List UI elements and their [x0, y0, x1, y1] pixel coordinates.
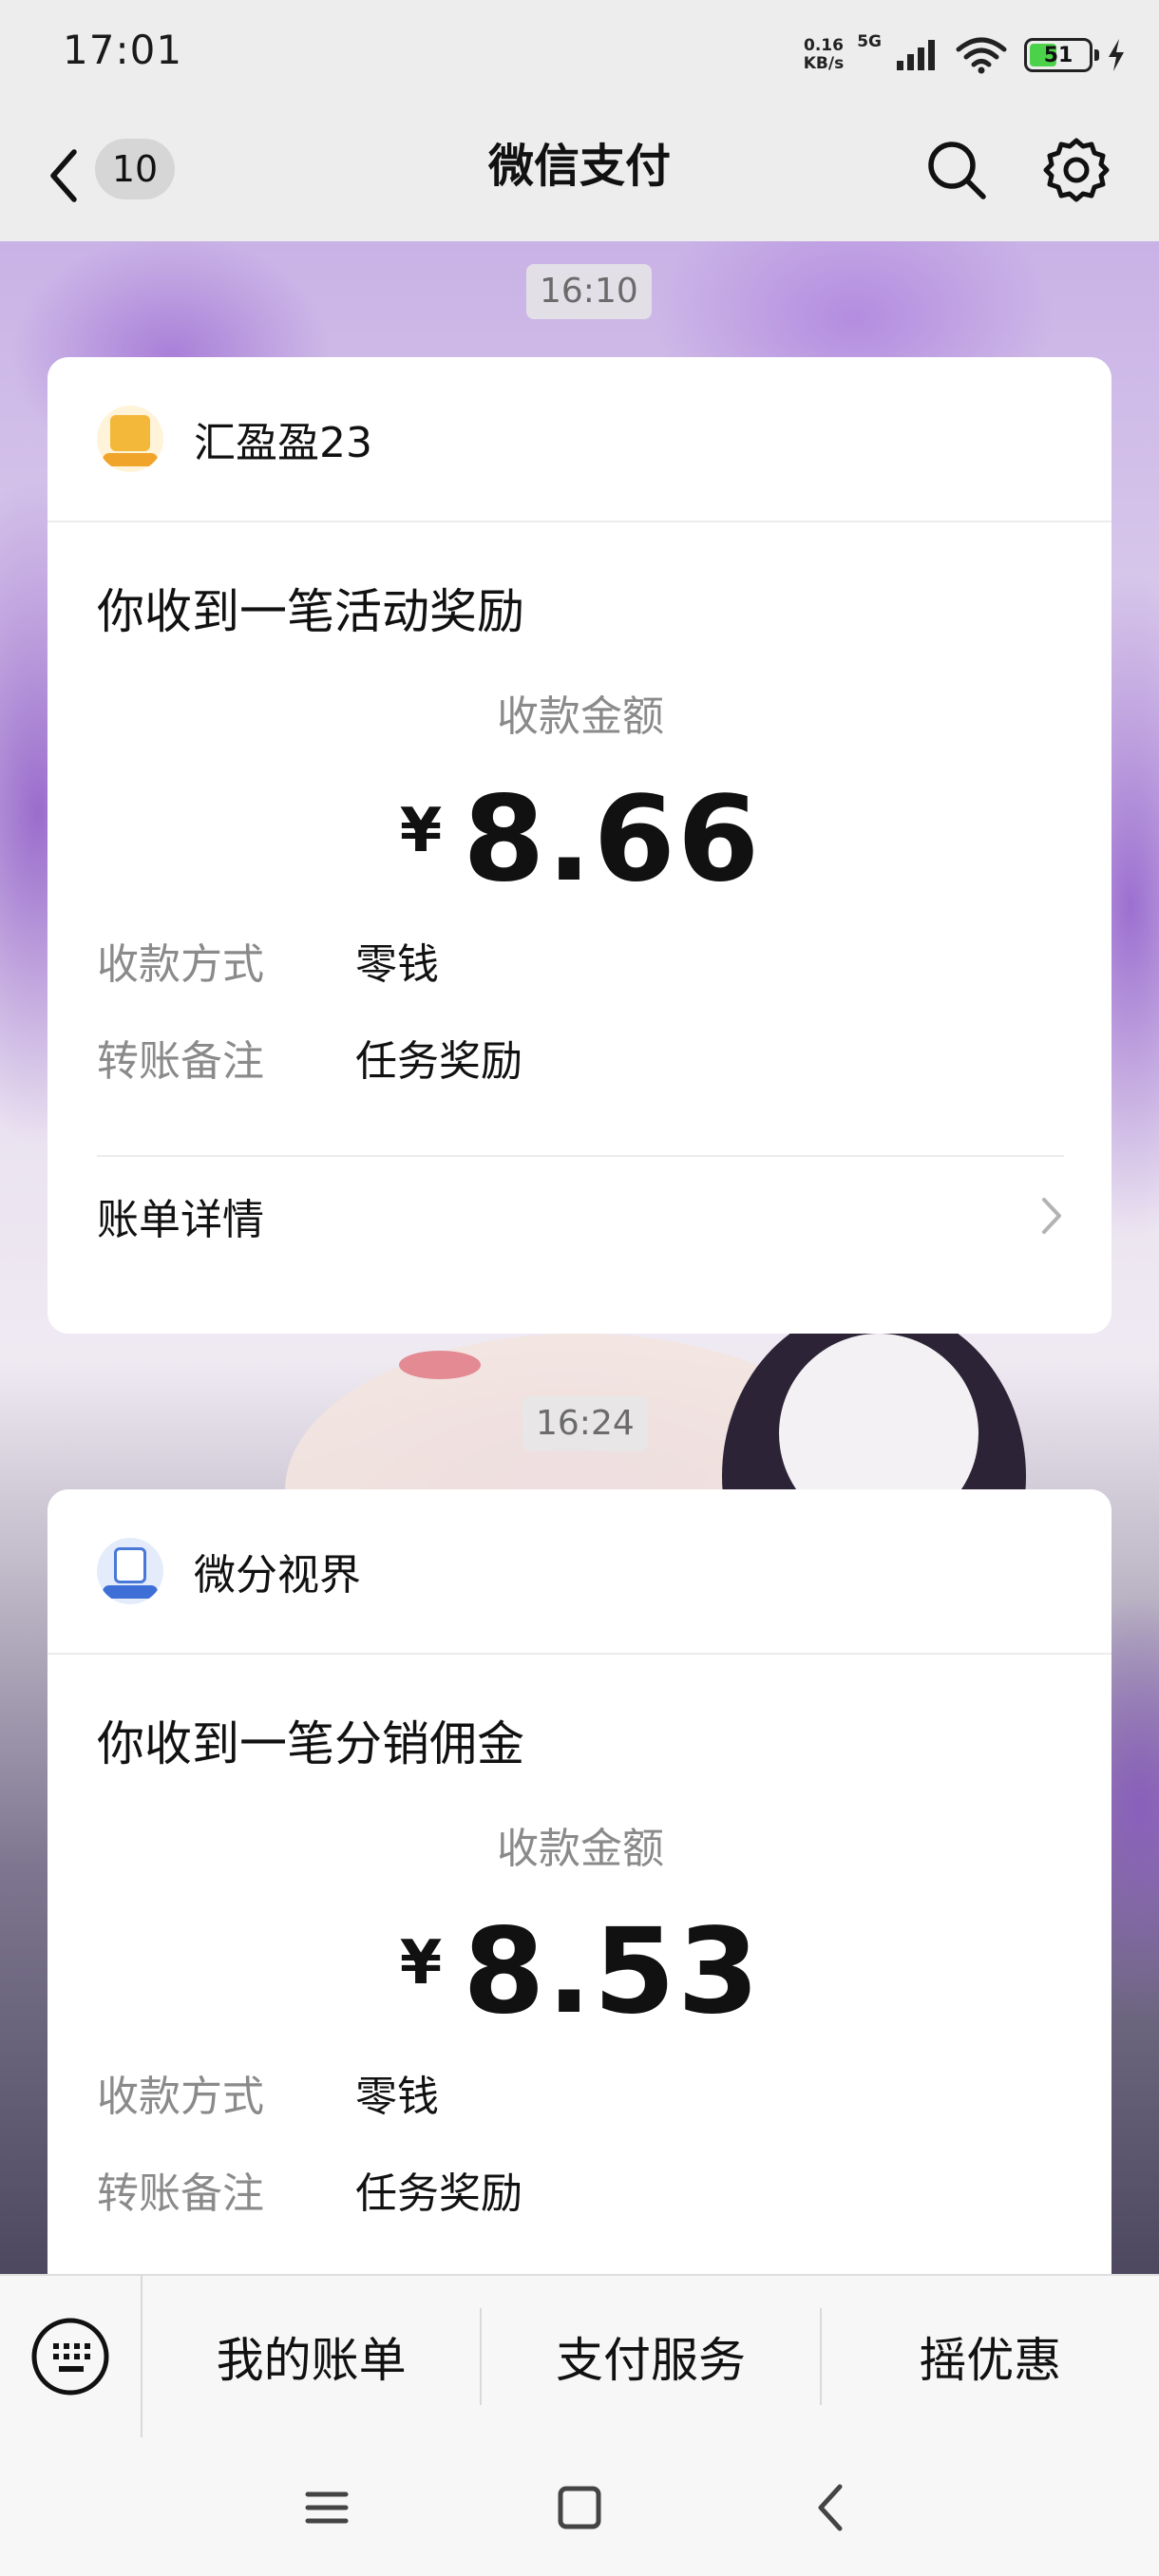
charging-icon [1109, 39, 1124, 71]
card-header[interactable]: 微分视界 [48, 1489, 1112, 1655]
card-body: 你收到一笔活动奖励 收款金额 ¥8.66 收款方式 零钱 转账备注 任务奖励 [48, 522, 1112, 1106]
transfer-note-value: 任务奖励 [355, 1037, 522, 1086]
payment-method-value: 零钱 [355, 2073, 439, 2121]
bottom-menu: 我的账单 支付服务 摇优惠 [0, 2274, 1159, 2438]
bill-details-link[interactable]: 账单详情 [97, 1155, 1064, 1275]
back-nav-icon[interactable] [804, 2479, 861, 2536]
menu-shake-discounts[interactable]: 摇优惠 [822, 2308, 1159, 2405]
background-illustration-detail [399, 1351, 481, 1379]
system-navigation-bar [0, 2437, 1159, 2576]
card-body: 你收到一笔分销佣金 收款金额 ¥8.53 收款方式 零钱 转账备注 任务奖励 [48, 1655, 1112, 2238]
payment-method-label: 收款方式 [97, 2073, 264, 2121]
battery-icon: 51 [1024, 38, 1099, 72]
amount-label: 收款金额 [497, 1825, 664, 1873]
bill-details-label: 账单详情 [97, 1196, 264, 1244]
transfer-note-row: 转账备注 任务奖励 [97, 2141, 1064, 2238]
status-bar: 17:01 0.16 KB/s 5G 51 [0, 0, 1159, 110]
signal-icon [897, 40, 935, 70]
payment-method-row: 收款方式 零钱 [97, 2044, 1064, 2141]
amount-display: ¥8.53 [97, 1883, 1064, 2044]
avatar [97, 406, 163, 472]
menu-payment-services[interactable]: 支付服务 [482, 2308, 822, 2405]
message-title: 你收到一笔分销佣金 [97, 1716, 524, 1771]
chevron-right-icon [1042, 1198, 1061, 1234]
card-header[interactable]: 汇盈盈23 [48, 357, 1112, 522]
transfer-note-label: 转账备注 [97, 1037, 264, 1086]
status-time: 17:01 [63, 27, 183, 73]
transfer-note-value: 任务奖励 [355, 2169, 522, 2218]
payment-notification-card[interactable]: 汇盈盈23 你收到一笔活动奖励 收款金额 ¥8.66 收款方式 零钱 转账备注 … [48, 357, 1112, 1334]
amount-value: 8.66 [463, 771, 762, 908]
network-type: 5G [857, 32, 882, 51]
menu-my-bills[interactable]: 我的账单 [142, 2308, 483, 2405]
home-icon[interactable] [551, 2479, 608, 2536]
message-timestamp: 16:10 [526, 264, 652, 319]
menu-icon[interactable] [298, 2479, 355, 2536]
message-title: 你收到一笔活动奖励 [97, 584, 524, 639]
network-speed-value: 0.16 [803, 36, 844, 55]
message-timestamp: 16:24 [522, 1396, 648, 1451]
status-indicators: 0.16 KB/s 5G 51 [804, 28, 1127, 82]
avatar-graphic [103, 453, 158, 466]
payment-notification-card[interactable]: 微分视界 你收到一笔分销佣金 收款金额 ¥8.53 收款方式 零钱 转账备注 任… [48, 1489, 1112, 2274]
network-speed: 0.16 KB/s [804, 37, 844, 73]
transfer-note-label: 转账备注 [97, 2169, 264, 2218]
sender-name: 微分视界 [194, 1551, 361, 1600]
title-bar: 微信支付 10 [0, 110, 1159, 241]
network-speed-unit: KB/s [803, 54, 845, 73]
avatar-graphic [110, 415, 150, 451]
avatar-graphic [103, 1585, 158, 1599]
back-button[interactable] [46, 144, 84, 207]
keyboard-icon [31, 2318, 109, 2396]
avatar [97, 1538, 163, 1604]
amount-label: 收款金额 [497, 692, 664, 741]
sender-name: 汇盈盈23 [194, 419, 372, 467]
currency-symbol: ¥ [399, 1928, 443, 1998]
amount-display: ¥8.66 [97, 750, 1064, 912]
transfer-note-row: 转账备注 任务奖励 [97, 1009, 1064, 1106]
wifi-icon [956, 37, 1007, 74]
battery-level: 51 [1043, 43, 1074, 67]
payment-method-row: 收款方式 零钱 [97, 912, 1064, 1009]
payment-method-value: 零钱 [355, 940, 439, 989]
unread-count-badge[interactable]: 10 [95, 139, 175, 199]
currency-symbol: ¥ [399, 796, 443, 866]
keyboard-toggle-button[interactable] [0, 2275, 142, 2438]
search-icon[interactable] [923, 137, 990, 203]
payment-method-label: 收款方式 [97, 940, 264, 989]
amount-value: 8.53 [463, 1904, 762, 2040]
avatar-graphic [114, 1547, 146, 1583]
gear-icon[interactable] [1041, 135, 1112, 205]
